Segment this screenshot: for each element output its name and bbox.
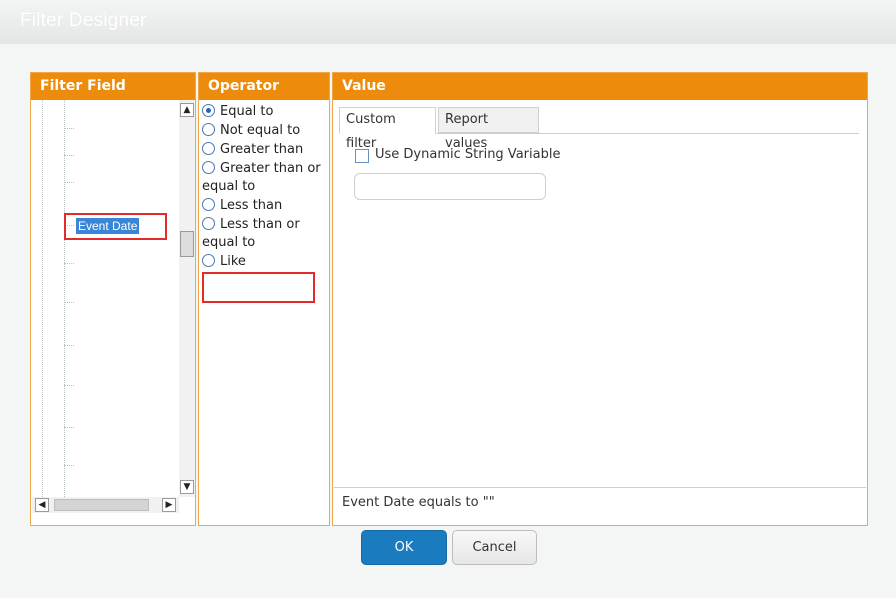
horizontal-scrollbar[interactable]: ◀ ▶	[32, 497, 179, 513]
radio-icon[interactable]	[202, 104, 215, 117]
operator-option[interactable]: Equal to	[202, 103, 328, 121]
operator-panel: Operator Equal to Not equal to Greater t…	[198, 72, 330, 526]
tab-custom-filter[interactable]: Custom filter	[339, 107, 436, 151]
vertical-scroll-thumb[interactable]	[180, 231, 194, 257]
radio-icon[interactable]	[202, 254, 215, 267]
value-panel: Value Custom filter Report values Use Dy…	[332, 72, 868, 526]
operator-option[interactable]: Greater than	[202, 141, 328, 159]
operator-option[interactable]: Greater than or equal to	[202, 160, 328, 196]
scroll-up-icon[interactable]: ▲	[180, 103, 194, 117]
string-value-input[interactable]	[354, 173, 546, 200]
dialog-title: Filter Designer	[20, 10, 147, 31]
operator-option[interactable]: Less than	[202, 197, 328, 215]
filter-summary: Event Date equals to ""	[342, 495, 495, 510]
title-bar: Filter Designer	[0, 0, 896, 45]
ok-button[interactable]: OK	[361, 530, 447, 565]
operator-option[interactable]: Like	[202, 253, 328, 271]
filter-field-header: Filter Field	[31, 73, 195, 100]
radio-icon[interactable]	[202, 198, 215, 211]
value-header: Value	[333, 73, 867, 100]
radio-icon[interactable]	[202, 161, 215, 174]
highlight-box-operator	[202, 272, 315, 303]
operator-header: Operator	[199, 73, 329, 100]
scroll-right-icon[interactable]: ▶	[162, 498, 176, 512]
scroll-left-icon[interactable]: ◀	[35, 498, 49, 512]
highlight-box-field	[64, 213, 167, 240]
cancel-button[interactable]: Cancel	[452, 530, 537, 565]
horizontal-scroll-thumb[interactable]	[54, 499, 149, 511]
field-tree[interactable]: Event Date	[31, 100, 178, 497]
radio-icon[interactable]	[202, 217, 215, 230]
vertical-scrollbar[interactable]: ▲ ▼	[179, 100, 195, 497]
operator-option[interactable]: Not equal to	[202, 122, 328, 140]
dynamic-string-label: Use Dynamic String Variable	[375, 147, 561, 162]
tab-report-values[interactable]: Report values	[438, 107, 539, 151]
radio-icon[interactable]	[202, 123, 215, 136]
radio-icon[interactable]	[202, 142, 215, 155]
operator-option[interactable]: Less than or equal to	[202, 216, 328, 252]
dynamic-string-checkbox[interactable]	[355, 149, 369, 163]
filter-field-panel: Filter Field Event Date ▲ ▼ ◀ ▶	[30, 72, 196, 526]
operator-list: Equal to Not equal to Greater than Great…	[202, 103, 328, 272]
scroll-down-icon[interactable]: ▼	[180, 480, 194, 494]
